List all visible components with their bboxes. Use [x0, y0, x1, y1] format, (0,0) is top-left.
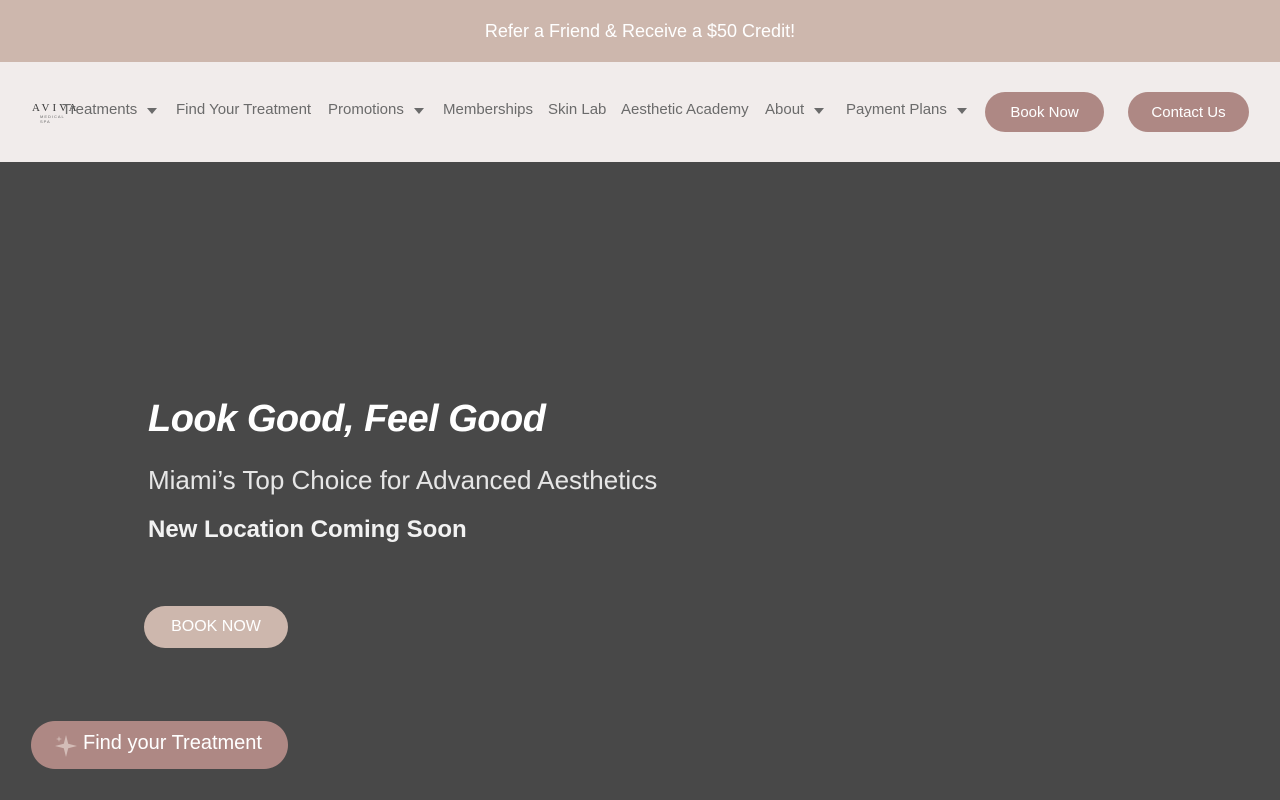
caret-down-icon	[413, 107, 424, 114]
sparkle-icon	[55, 735, 77, 757]
hero-subtitle: Miami’s Top Choice for Advanced Aestheti…	[148, 465, 658, 495]
find-treatment-button[interactable]: Find your Treatment	[31, 721, 288, 769]
find-treatment-label: Find your Treatment	[83, 731, 262, 754]
nav-item-about[interactable]: About	[765, 101, 825, 118]
nav-item-skin-lab[interactable]: Skin Lab	[548, 101, 606, 118]
nav-item-label: About	[765, 101, 805, 118]
nav-item-memberships[interactable]: Memberships	[443, 101, 533, 118]
hero-book-now-button[interactable]: BOOK NOW	[144, 606, 288, 648]
nav-item-find-your-treatment[interactable]: Find Your Treatment	[176, 101, 311, 118]
hero-title: Look Good, Feel Good	[148, 398, 546, 440]
site-header: AVIVA MEDICAL SPA Treatments Find Your T…	[0, 62, 1280, 162]
nav-item-payment-plans[interactable]: Payment Plans	[846, 101, 967, 118]
nav-item-label: Aesthetic Academy	[621, 101, 749, 118]
nav-item-label: Payment Plans	[846, 101, 947, 118]
caret-down-icon	[814, 107, 825, 114]
nav-item-promotions[interactable]: Promotions	[328, 101, 424, 118]
nav-item-treatments[interactable]: Treatments	[62, 101, 158, 118]
promo-link[interactable]: Refer a Friend & Receive a $50 Credit!	[485, 21, 795, 42]
nav-item-label: Skin Lab	[548, 101, 607, 118]
book-now-button[interactable]: Book Now	[985, 92, 1104, 132]
hero-note: New Location Coming Soon	[148, 516, 467, 543]
promo-bar: Refer a Friend & Receive a $50 Credit!	[0, 0, 1280, 62]
caret-down-icon	[147, 107, 158, 114]
nav-item-label: Treatments	[62, 101, 138, 118]
nav-item-aesthetic-academy[interactable]: Aesthetic Academy	[621, 101, 749, 118]
nav-item-label: Promotions	[328, 101, 404, 118]
nav-item-label: Find Your Treatment	[176, 101, 312, 118]
nav-item-label: Memberships	[443, 101, 534, 118]
contact-us-button[interactable]: Contact Us	[1128, 92, 1249, 132]
caret-down-icon	[956, 107, 967, 114]
